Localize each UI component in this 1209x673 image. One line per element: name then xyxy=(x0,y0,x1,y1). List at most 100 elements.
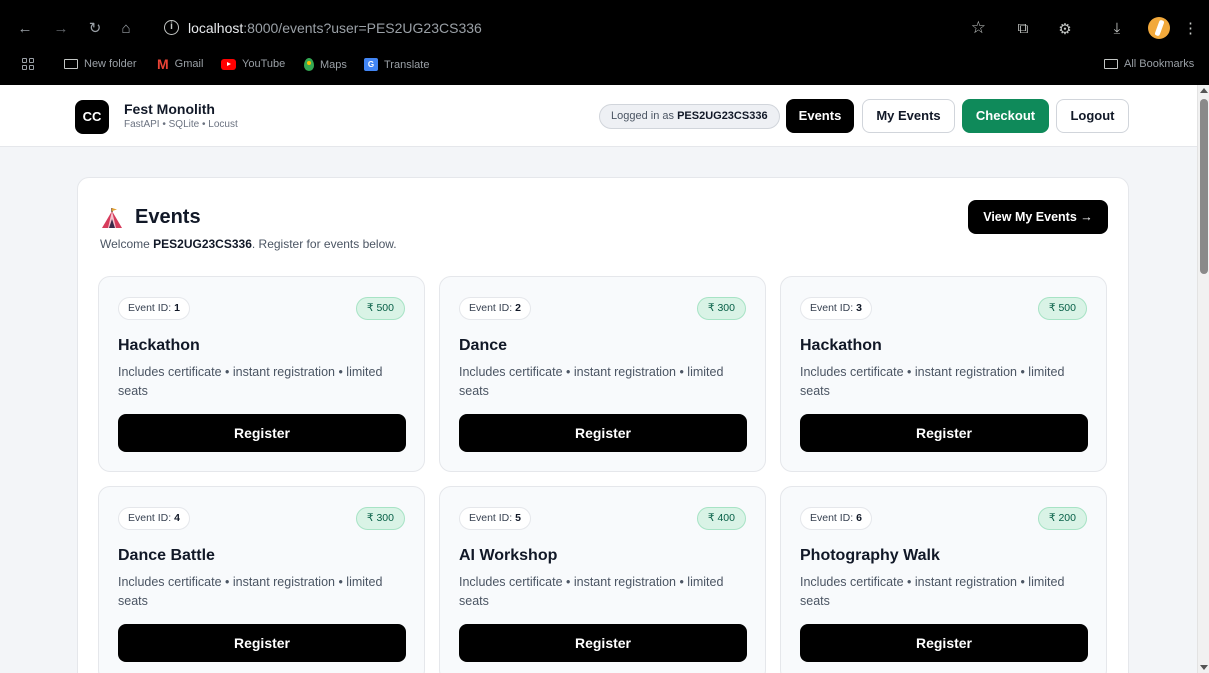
apps-grid-icon[interactable] xyxy=(22,58,34,70)
folder-icon xyxy=(1104,59,1118,69)
app-header: CC Fest Monolith FastAPI • SQLite • Locu… xyxy=(0,85,1197,147)
event-card: Event ID: 5 ₹ 400 AI Workshop Includes c… xyxy=(439,486,766,673)
register-button[interactable]: Register xyxy=(118,414,406,452)
event-card: Event ID: 1 ₹ 500 Hackathon Includes cer… xyxy=(98,276,425,472)
downloads-manager-icon[interactable]: ⚙ xyxy=(1055,20,1075,38)
event-id-badge: Event ID: 4 xyxy=(118,507,190,530)
nav-checkout-button[interactable]: Checkout xyxy=(962,99,1049,133)
event-description: Includes certificate • instant registrat… xyxy=(800,365,1065,398)
bookmark-label: YouTube xyxy=(242,58,286,70)
event-price-badge: ₹ 500 xyxy=(355,297,405,320)
event-title: Dance xyxy=(459,337,508,354)
event-card: Event ID: 2 ₹ 300 Dance Includes certifi… xyxy=(439,276,766,472)
register-button[interactable]: Register xyxy=(800,624,1088,662)
event-id-badge: Event ID: 3 xyxy=(800,297,872,320)
event-description: Includes certificate • instant registrat… xyxy=(459,575,724,608)
welcome-suffix: . Register for events below. xyxy=(251,237,397,251)
event-price-badge: ₹ 300 xyxy=(696,297,746,320)
welcome-message: Welcome PES2UG23CS336. Register for even… xyxy=(100,237,397,251)
event-description: Includes certificate • instant registrat… xyxy=(118,365,383,398)
event-id-label: Event ID: xyxy=(128,512,172,524)
welcome-prefix: Welcome xyxy=(100,237,150,251)
bookmark-youtube[interactable]: YouTube xyxy=(221,58,285,70)
event-card: Event ID: 3 ₹ 500 Hackathon Includes cer… xyxy=(780,276,1107,472)
view-my-events-button[interactable]: View My Events → xyxy=(968,200,1108,234)
welcome-user: PES2UG23CS336 xyxy=(153,237,252,251)
register-button[interactable]: Register xyxy=(118,624,406,662)
bookmark-translate[interactable]: G Translate xyxy=(364,58,429,71)
event-id-label: Event ID: xyxy=(128,302,172,314)
event-id-value: 4 xyxy=(174,512,180,524)
browser-menu-icon[interactable]: ⋮ xyxy=(1183,19,1198,37)
logged-in-badge: Logged in as PES2UG23CS336 xyxy=(599,104,780,129)
event-id-value: 2 xyxy=(515,302,521,314)
translate-icon: G xyxy=(364,58,378,71)
reload-icon[interactable]: ↻ xyxy=(86,21,104,37)
address-bar[interactable]: i localhost:8000/events?user=PES2UG23CS3… xyxy=(153,12,998,44)
event-id-badge: Event ID: 5 xyxy=(459,507,531,530)
event-card: Event ID: 6 ₹ 200 Photography Walk Inclu… xyxy=(780,486,1107,673)
scroll-down-arrow-icon[interactable] xyxy=(1200,665,1208,670)
app-logo[interactable]: CC xyxy=(75,100,109,134)
bookmark-gmail[interactable]: M Gmail xyxy=(157,56,204,72)
logged-in-user: PES2UG23CS336 xyxy=(677,110,768,122)
youtube-icon xyxy=(221,58,236,70)
profile-avatar[interactable] xyxy=(1148,17,1170,39)
circus-tent-icon xyxy=(102,208,122,228)
event-price-badge: ₹ 300 xyxy=(355,507,405,530)
event-id-value: 1 xyxy=(174,302,180,314)
event-id-value: 3 xyxy=(856,302,862,314)
scroll-thumb[interactable] xyxy=(1200,99,1208,274)
bookmark-label: Gmail xyxy=(174,58,204,70)
home-icon[interactable]: ⌂ xyxy=(117,21,135,37)
nav-my-events-button[interactable]: My Events xyxy=(862,99,955,133)
bookmark-new-folder[interactable]: New folder xyxy=(64,58,137,70)
event-title: Photography Walk xyxy=(800,547,940,564)
event-id-value: 6 xyxy=(856,512,862,524)
url-path: :8000/events?user=PES2UG23CS336 xyxy=(243,20,482,36)
event-id-badge: Event ID: 2 xyxy=(459,297,531,320)
event-price-badge: ₹ 400 xyxy=(696,507,746,530)
logged-in-prefix: Logged in as xyxy=(611,110,674,122)
event-id-label: Event ID: xyxy=(810,302,854,314)
event-id-badge: Event ID: 1 xyxy=(118,297,190,320)
maps-icon xyxy=(304,58,314,71)
back-icon[interactable]: ← xyxy=(16,21,34,37)
url-host: localhost xyxy=(188,20,244,36)
all-bookmarks[interactable]: All Bookmarks xyxy=(1104,58,1194,70)
event-id-label: Event ID: xyxy=(469,302,513,314)
events-panel: Events Welcome PES2UG23CS336. Register f… xyxy=(77,177,1129,673)
event-description: Includes certificate • instant registrat… xyxy=(459,365,724,398)
site-info-icon[interactable]: i xyxy=(164,20,179,35)
event-price-badge: ₹ 500 xyxy=(1037,297,1087,320)
event-id-badge: Event ID: 6 xyxy=(800,507,872,530)
event-id-label: Event ID: xyxy=(810,512,854,524)
page-title: Events xyxy=(135,206,201,228)
address-url: localhost:8000/events?user=PES2UG23CS336 xyxy=(188,20,482,36)
bookmark-label: New folder xyxy=(84,58,137,70)
event-card: Event ID: 4 ₹ 300 Dance Battle Includes … xyxy=(98,486,425,673)
event-price-badge: ₹ 200 xyxy=(1037,507,1087,530)
bookmark-maps[interactable]: Maps xyxy=(304,58,347,71)
bookmark-label: Maps xyxy=(320,58,347,71)
bookmark-star-icon[interactable]: ☆ xyxy=(971,18,986,38)
register-button[interactable]: Register xyxy=(800,414,1088,452)
bookmark-label: Translate xyxy=(384,58,430,71)
folder-icon xyxy=(64,59,78,69)
gmail-icon: M xyxy=(157,56,169,72)
register-button[interactable]: Register xyxy=(459,624,747,662)
nav-logout-button[interactable]: Logout xyxy=(1056,99,1129,133)
extensions-icon[interactable]: ⧉ xyxy=(1013,20,1033,37)
event-id-label: Event ID: xyxy=(469,512,513,524)
nav-events-button[interactable]: Events xyxy=(786,99,854,133)
download-icon[interactable]: ⤓ xyxy=(1107,20,1127,37)
scroll-up-arrow-icon[interactable] xyxy=(1200,88,1208,93)
event-title: Hackathon xyxy=(800,337,882,354)
browser-toolbar: ← → ↻ ⌂ i localhost:8000/events?user=PES… xyxy=(0,8,1209,48)
event-description: Includes certificate • instant registrat… xyxy=(800,575,1065,608)
forward-icon[interactable]: → xyxy=(52,21,70,37)
brand-subtitle: FastAPI • SQLite • Locust xyxy=(124,119,238,130)
event-title: AI Workshop xyxy=(459,547,558,564)
page-scrollbar[interactable] xyxy=(1197,85,1209,673)
register-button[interactable]: Register xyxy=(459,414,747,452)
